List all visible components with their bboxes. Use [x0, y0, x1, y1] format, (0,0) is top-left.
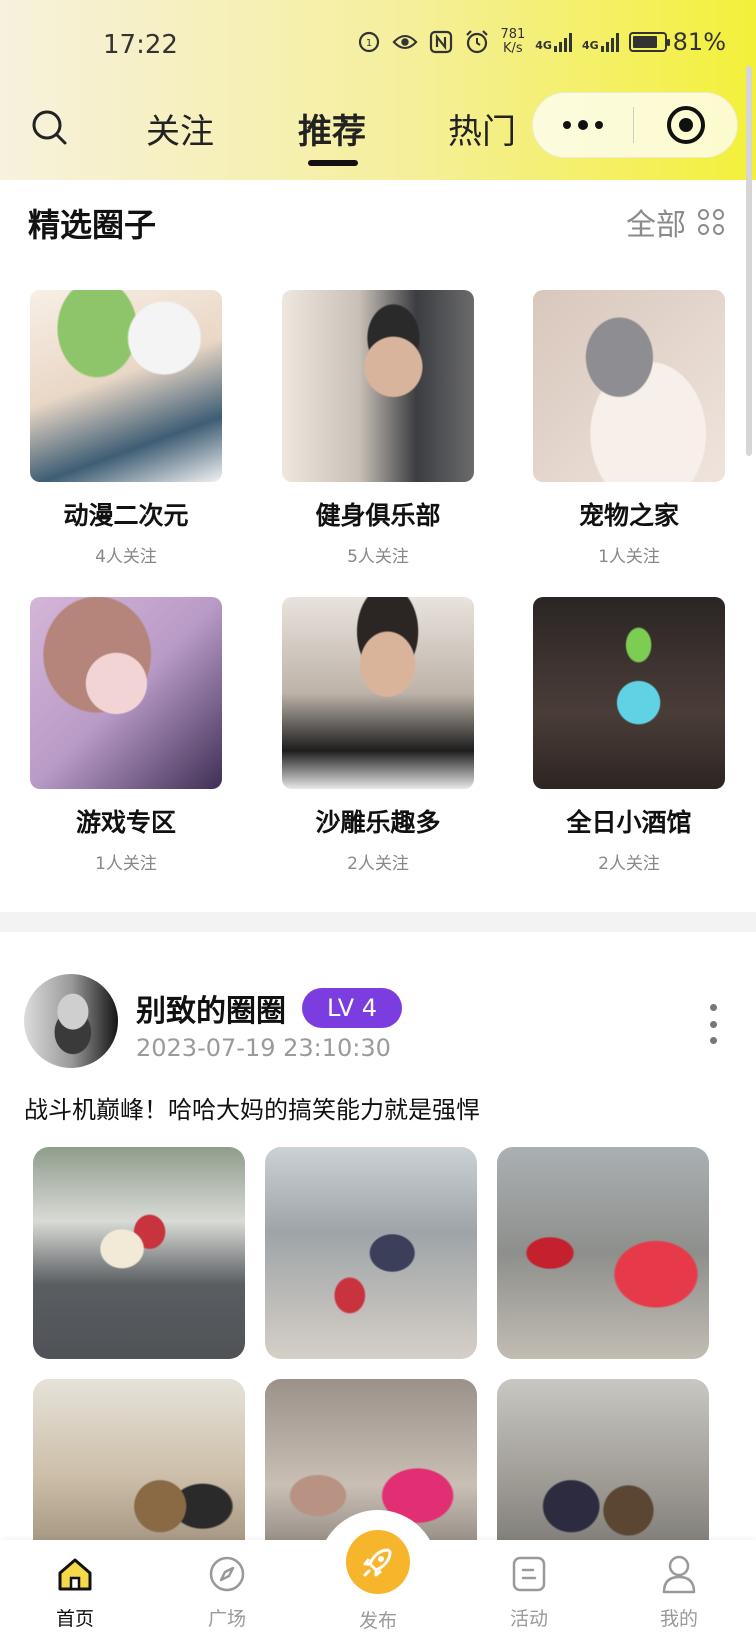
battery-icon [628, 32, 670, 52]
circle-name: 动漫二次元 [63, 501, 189, 530]
circle-name: 沙雕乐趣多 [315, 808, 441, 837]
rocket-icon [363, 1548, 392, 1577]
top-nav: 关注 推荐 热门 [0, 90, 756, 180]
grid-icon [698, 209, 724, 235]
network-speed: 781 K/s [500, 28, 525, 56]
circle-card[interactable]: 动漫二次元 4人关注 [30, 290, 222, 567]
circle-image [533, 290, 725, 482]
status-bar: 17:22 1 781 K/s 4G 4G 81% [0, 0, 756, 90]
circle-name: 游戏专区 [75, 808, 176, 837]
battery-percent: 81% [672, 28, 726, 56]
speed-unit: K/s [503, 41, 523, 56]
circle-image [30, 290, 222, 482]
circle-followers: 2人关注 [347, 854, 409, 874]
tab-home-label: 首页 [55, 1608, 94, 1630]
tab-activity-label: 活动 [509, 1608, 548, 1630]
section-title: 精选圈子 [28, 206, 157, 244]
tab-square-label: 广场 [207, 1608, 246, 1630]
signal-2-icon: 4G [582, 32, 619, 52]
see-all-label: 全部 [626, 208, 686, 243]
post-photo[interactable] [33, 1147, 245, 1359]
alarm-icon [464, 29, 490, 55]
user-icon [657, 1552, 701, 1596]
status-time: 17:22 [103, 30, 178, 60]
tab-mine[interactable]: 我的 [604, 1540, 754, 1638]
circle-card[interactable]: 宠物之家 1人关注 [533, 290, 725, 567]
close-miniprogram-button[interactable] [634, 93, 737, 157]
circle-name: 全日小酒馆 [566, 808, 692, 837]
circle-name: 宠物之家 [578, 501, 679, 530]
circle-card[interactable]: 全日小酒馆 2人关注 [533, 597, 725, 874]
battery-indicator: 81% [628, 28, 726, 56]
post-content: 战斗机巅峰！哈哈大妈的搞笑能力就是强悍 [24, 1096, 480, 1124]
tab-recommend[interactable]: 推荐 [298, 104, 366, 153]
eye-icon [392, 29, 418, 55]
tab-activity[interactable]: 活动 [454, 1540, 604, 1638]
circle-followers: 5人关注 [347, 547, 409, 567]
more-options-button[interactable] [533, 93, 633, 157]
signal-1-icon: 4G [535, 32, 572, 52]
circle-image [30, 597, 222, 789]
section-divider [0, 912, 756, 932]
circle-image [282, 597, 474, 789]
scrollbar[interactable] [746, 66, 752, 456]
circle-followers: 2人关注 [598, 854, 660, 874]
post-username[interactable]: 别致的圈圈 [136, 986, 286, 1030]
status-icons: 1 781 K/s 4G 4G 81% [356, 28, 726, 56]
post-photo[interactable] [497, 1147, 709, 1359]
tab-hot[interactable]: 热门 [448, 104, 516, 153]
circle-followers: 4人关注 [95, 547, 157, 567]
circle-card[interactable]: 健身俱乐部 5人关注 [282, 290, 474, 567]
circle-card[interactable]: 沙雕乐趣多 2人关注 [282, 597, 474, 874]
publish-button[interactable] [346, 1530, 410, 1594]
circle-card[interactable]: 游戏专区 1人关注 [30, 597, 222, 874]
post-more-icon[interactable] [700, 1004, 726, 1044]
active-tab-indicator [308, 160, 358, 166]
post-timestamp: 2023-07-19 23:10:30 [136, 1034, 391, 1062]
circle-followers: 1人关注 [95, 854, 157, 874]
miniprogram-capsule [532, 92, 738, 158]
svg-text:1: 1 [366, 38, 372, 49]
tab-square[interactable]: 广场 [152, 1540, 302, 1638]
speed-value: 781 [500, 27, 526, 42]
activity-icon [507, 1552, 551, 1596]
home-icon [53, 1552, 97, 1596]
see-all-button[interactable]: 全部 [626, 200, 724, 244]
post-photo[interactable] [265, 1147, 477, 1359]
circle-followers: 1人关注 [598, 547, 660, 567]
search-icon[interactable] [28, 106, 72, 150]
avatar[interactable] [24, 974, 118, 1068]
data-saver-icon: 1 [356, 29, 382, 55]
compass-icon [205, 1552, 249, 1596]
network-type-2: 4G [581, 39, 599, 52]
publish-label: 发布 [358, 1610, 397, 1632]
circle-image [282, 290, 474, 482]
circle-image [533, 597, 725, 789]
tab-home[interactable]: 首页 [0, 1540, 150, 1638]
level-badge: LV 4 [302, 988, 402, 1028]
tab-follow[interactable]: 关注 [146, 104, 214, 153]
tab-mine-label: 我的 [659, 1608, 698, 1630]
nfc-icon [428, 29, 454, 55]
network-type-1: 4G [535, 39, 552, 52]
target-icon [666, 106, 705, 144]
circle-name: 健身俱乐部 [315, 501, 441, 530]
